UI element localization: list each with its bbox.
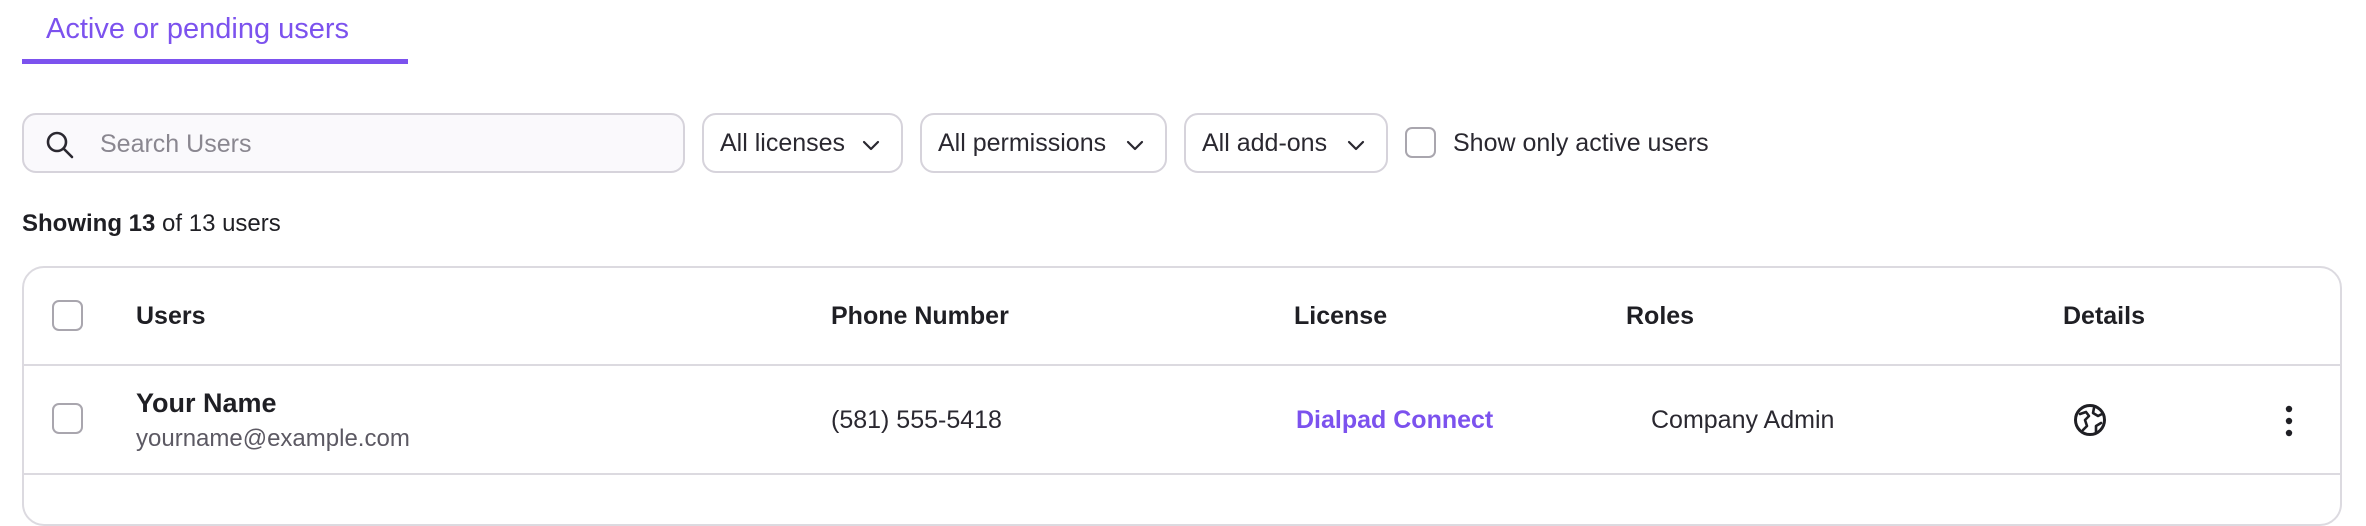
chevron-down-icon xyxy=(1126,140,1144,151)
results-summary-prefix: Showing xyxy=(22,210,122,237)
chevron-down-icon xyxy=(1347,140,1365,151)
show-active-only-checkbox[interactable] xyxy=(1405,127,1436,158)
license-link[interactable]: Dialpad Connect xyxy=(1296,406,1493,435)
more-vertical-icon[interactable] xyxy=(2277,404,2301,438)
results-summary-total: of 13 users xyxy=(162,210,281,237)
permissions-filter-label: All permissions xyxy=(938,128,1107,157)
column-header-phone[interactable]: Phone Number xyxy=(831,302,1009,331)
search-icon xyxy=(46,131,74,159)
addons-filter-dropdown[interactable]: All add-ons xyxy=(1184,113,1388,173)
user-email: yourname@example.com xyxy=(136,425,410,452)
user-role: Company Admin xyxy=(1651,406,1835,434)
column-header-roles[interactable]: Roles xyxy=(1626,302,1694,331)
tab-active-or-pending-users[interactable]: Active or pending users xyxy=(22,0,408,64)
licenses-filter-dropdown[interactable]: All licenses xyxy=(702,113,903,173)
users-table xyxy=(22,266,2342,526)
addons-filter-label: All add-ons xyxy=(1202,128,1328,157)
select-all-checkbox[interactable] xyxy=(52,300,83,331)
tab-label: Active or pending users xyxy=(46,13,350,45)
results-summary-count: 13 xyxy=(128,210,156,237)
show-active-only-label[interactable]: Show only active users xyxy=(1453,129,1709,158)
header-divider xyxy=(23,364,2341,366)
column-header-license[interactable]: License xyxy=(1294,302,1387,331)
column-header-users[interactable]: Users xyxy=(136,302,206,331)
row-select-checkbox[interactable] xyxy=(52,403,83,434)
user-phone: (581) 555-5418 xyxy=(831,406,1002,434)
search-input[interactable] xyxy=(98,125,662,163)
search-box[interactable] xyxy=(22,113,685,173)
globe-icon[interactable] xyxy=(2072,402,2108,438)
licenses-filter-label: All licenses xyxy=(720,128,846,157)
permissions-filter-dropdown[interactable]: All permissions xyxy=(920,113,1167,173)
row-divider xyxy=(23,473,2341,475)
user-name[interactable]: Your Name xyxy=(136,388,277,419)
chevron-down-icon xyxy=(862,140,880,151)
results-summary: Showing 13 of 13 users xyxy=(22,210,281,238)
column-header-details: Details xyxy=(2063,302,2145,330)
